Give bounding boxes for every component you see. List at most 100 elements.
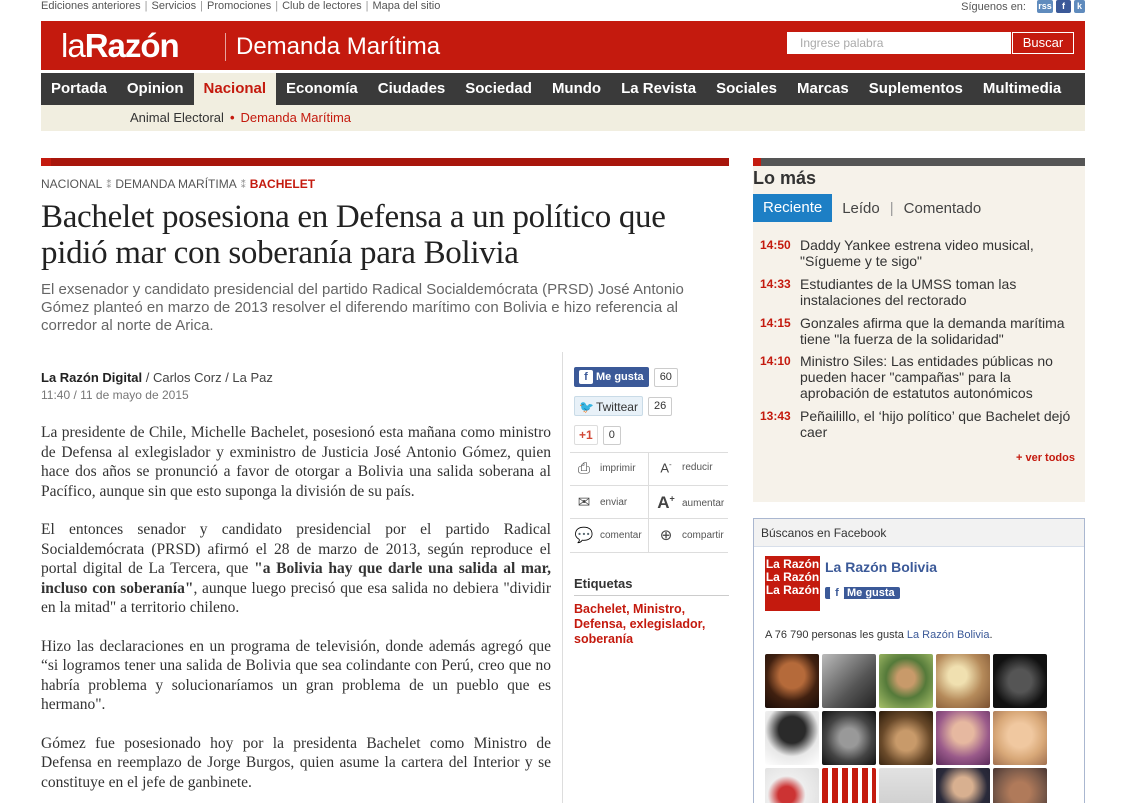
facebook-box-title: Búscanos en Facebook bbox=[754, 519, 1084, 547]
share-button[interactable]: ⊕ compartir bbox=[656, 526, 724, 544]
fan-avatar[interactable] bbox=[822, 768, 876, 803]
twitter-bird-icon: 🐦 bbox=[579, 400, 594, 414]
likes-count-page-link[interactable]: La Razón Bolivia bbox=[907, 629, 990, 641]
tab-leido[interactable]: Leído bbox=[832, 200, 890, 217]
nav-item-sociales[interactable]: Sociales bbox=[706, 73, 787, 105]
paragraph-2: El entonces senador y candidato presiden… bbox=[41, 520, 551, 618]
fan-avatar[interactable] bbox=[765, 711, 819, 765]
site-header: laRazón Demanda Marítima Buscar bbox=[41, 21, 1085, 70]
nav-item-la-revista[interactable]: La Revista bbox=[611, 73, 706, 105]
facebook-icon[interactable]: f bbox=[1056, 0, 1071, 13]
news-title: Estudiantes de la UMSS toman las instala… bbox=[800, 276, 1017, 308]
increase-font-button[interactable]: A+ aumentar bbox=[656, 493, 724, 513]
link-mapa-del-sitio[interactable]: Mapa del sitio bbox=[372, 0, 440, 12]
fan-avatar[interactable] bbox=[822, 654, 876, 708]
page-like-label: Me gusta bbox=[847, 587, 895, 599]
link-promociones[interactable]: Promociones bbox=[207, 0, 271, 12]
reduce-label: reducir bbox=[682, 462, 713, 474]
news-item[interactable]: 14:33 Estudiantes de la UMSS toman las in… bbox=[760, 276, 1075, 308]
link-club-de-lectores[interactable]: Club de lectores bbox=[282, 0, 362, 12]
font-larger-icon: A+ bbox=[657, 493, 675, 512]
search-input[interactable] bbox=[787, 32, 1011, 54]
share-plus-icon: ⊕ bbox=[659, 527, 673, 544]
page-name[interactable]: La Razón Bolivia bbox=[825, 559, 937, 575]
most-tabs: Reciente Leído | Comentado bbox=[753, 194, 1085, 222]
fan-avatar[interactable] bbox=[879, 654, 933, 708]
nav-item-multimedia[interactable]: Multimedia bbox=[973, 73, 1071, 105]
print-button[interactable]: ⎙ imprimir bbox=[574, 460, 636, 477]
link-ediciones-anteriores[interactable]: Ediciones anteriores bbox=[41, 0, 141, 12]
share-label: compartir bbox=[682, 529, 724, 541]
crumb-bachelet[interactable]: BACHELET bbox=[250, 177, 315, 191]
likes-count-text: A 76 790 personas les gusta bbox=[765, 629, 907, 641]
nav-item-marcas[interactable]: Marcas bbox=[787, 73, 859, 105]
fan-avatar[interactable] bbox=[822, 711, 876, 765]
nav-item-ciudades[interactable]: Ciudades bbox=[368, 73, 456, 105]
crumb-demanda-maritima[interactable]: DEMANDA MARÍTIMA bbox=[115, 177, 236, 191]
gplus-count: 0 bbox=[602, 425, 621, 445]
nav-item-opinion[interactable]: Opinion bbox=[117, 73, 194, 105]
fb-like-button[interactable]: f Me gusta bbox=[574, 367, 649, 387]
nav-item-economia[interactable]: Economía bbox=[276, 73, 368, 105]
page-logo[interactable]: La Razón La Razón La Razón bbox=[765, 556, 820, 611]
article-lead: El exsenador y candidato presidencial de… bbox=[41, 281, 684, 334]
subnav-demanda-maritima[interactable]: Demanda Marítima bbox=[241, 110, 352, 125]
logo-razon: Razón bbox=[84, 27, 180, 64]
logo-line: La Razón bbox=[765, 583, 820, 597]
tab-reciente[interactable]: Reciente bbox=[753, 194, 833, 222]
site-logo[interactable]: laRazón bbox=[61, 27, 180, 65]
byline: La Razón Digital / Carlos Corz / La Paz bbox=[41, 370, 273, 385]
tags-divider bbox=[574, 595, 729, 596]
gplus-row: +1 0 bbox=[574, 425, 621, 445]
nav-item-sociedad[interactable]: Sociedad bbox=[455, 73, 542, 105]
nav-item-portada[interactable]: Portada bbox=[41, 73, 117, 105]
tweet-row: 🐦 Twittear 26 bbox=[574, 396, 673, 416]
fan-avatar[interactable] bbox=[993, 654, 1047, 708]
fan-avatar[interactable] bbox=[936, 711, 990, 765]
comment-button[interactable]: 💬 comentar bbox=[574, 526, 642, 544]
news-item[interactable]: 14:50 Daddy Yankee estrena video musical,… bbox=[760, 237, 1075, 269]
news-time: 14:33 bbox=[760, 277, 791, 291]
crumb-arrow-icon: ⁑ bbox=[106, 180, 112, 191]
news-item[interactable]: 13:43 Peñailillo, el ‘hijo político’ que … bbox=[760, 408, 1075, 440]
fb-like-count: 60 bbox=[653, 367, 678, 387]
tweet-count: 26 bbox=[647, 396, 673, 416]
page-like-button[interactable]: f Me gusta bbox=[825, 586, 900, 600]
tags-list[interactable]: Bachelet, Ministro, Defensa, exlegislado… bbox=[574, 602, 724, 647]
font-smaller-icon: A- bbox=[660, 460, 672, 476]
nav-item-suplementos[interactable]: Suplementos bbox=[859, 73, 973, 105]
news-item[interactable]: 14:10 Ministro Siles: Las entidades públi… bbox=[760, 353, 1075, 401]
see-all-link[interactable]: + ver todos bbox=[1016, 452, 1075, 464]
fan-avatar[interactable] bbox=[765, 768, 819, 803]
reduce-font-button[interactable]: A-reducir bbox=[656, 460, 713, 476]
news-title: Ministro Siles: Las entidades públicas n… bbox=[800, 353, 1053, 401]
tweet-button[interactable]: 🐦 Twittear bbox=[574, 396, 643, 416]
nav-item-mundo[interactable]: Mundo bbox=[542, 73, 611, 105]
news-title: Daddy Yankee estrena video musical, "Síg… bbox=[800, 237, 1034, 269]
subnav-animal-electoral[interactable]: Animal Electoral bbox=[130, 110, 224, 125]
fan-avatar[interactable] bbox=[993, 768, 1047, 803]
fan-avatar[interactable] bbox=[879, 711, 933, 765]
news-time: 14:15 bbox=[760, 316, 791, 330]
fan-avatar[interactable] bbox=[936, 768, 990, 803]
fan-avatar[interactable] bbox=[879, 768, 933, 803]
nav-item-nacional[interactable]: Nacional bbox=[193, 73, 277, 105]
fb-like-label: Me gusta bbox=[596, 371, 644, 383]
crumb-nacional[interactable]: NACIONAL bbox=[41, 177, 102, 191]
news-time: 13:43 bbox=[760, 409, 791, 423]
linkedin-icon[interactable]: k bbox=[1074, 0, 1085, 13]
fan-avatar[interactable] bbox=[993, 711, 1047, 765]
byline-source: La Razón Digital bbox=[41, 370, 143, 385]
email-button[interactable]: ✉ enviar bbox=[574, 493, 628, 511]
subnav-bullet: • bbox=[229, 110, 235, 125]
link-servicios[interactable]: Servicios bbox=[152, 0, 197, 12]
gplus-button[interactable]: +1 bbox=[574, 425, 598, 445]
news-item[interactable]: 14:15 Gonzales afirma que la demanda marí… bbox=[760, 315, 1075, 347]
tab-comentado[interactable]: Comentado bbox=[894, 200, 992, 217]
fan-avatar[interactable] bbox=[765, 654, 819, 708]
fan-avatar[interactable] bbox=[936, 654, 990, 708]
comment-label: comentar bbox=[600, 529, 642, 541]
rss-icon[interactable]: rss bbox=[1037, 0, 1053, 13]
search-button[interactable]: Buscar bbox=[1012, 32, 1074, 54]
facebook-icon: f bbox=[830, 586, 844, 600]
